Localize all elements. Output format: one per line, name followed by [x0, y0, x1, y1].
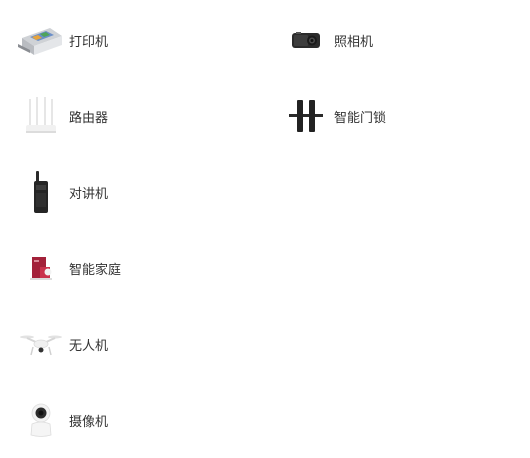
category-item-walkie-talkie[interactable]: 对讲机: [15, 162, 108, 222]
category-item-smart-lock[interactable]: 智能门锁: [280, 86, 386, 146]
category-item-drone[interactable]: 无人机: [15, 314, 108, 374]
category-item-router[interactable]: 路由器: [15, 86, 108, 146]
printer-icon: [15, 10, 67, 70]
category-label: 路由器: [69, 110, 109, 126]
category-label: 对讲机: [69, 186, 109, 202]
category-label: 摄像机: [69, 414, 109, 430]
category-grid: 打印机 照相机 路由器 智能门锁 对讲机 智能家庭 无人机 摄像机: [0, 0, 530, 458]
security-camera-icon: [15, 390, 67, 450]
category-label: 智能门锁: [334, 110, 387, 126]
router-icon: [15, 86, 67, 146]
walkie-talkie-icon: [15, 162, 67, 222]
category-label: 打印机: [69, 34, 109, 50]
category-item-camera[interactable]: 照相机: [280, 10, 373, 70]
category-label: 智能家庭: [69, 262, 122, 278]
category-item-smart-home[interactable]: 智能家庭: [15, 238, 121, 298]
drone-icon: [15, 314, 67, 374]
category-label: 无人机: [69, 338, 109, 354]
category-item-printer[interactable]: 打印机: [15, 10, 108, 70]
category-label: 照相机: [334, 34, 374, 50]
smart-home-icon: [15, 238, 67, 298]
category-item-security-camera[interactable]: 摄像机: [15, 390, 108, 450]
smart-lock-icon: [280, 86, 332, 146]
camera-icon: [280, 10, 332, 70]
